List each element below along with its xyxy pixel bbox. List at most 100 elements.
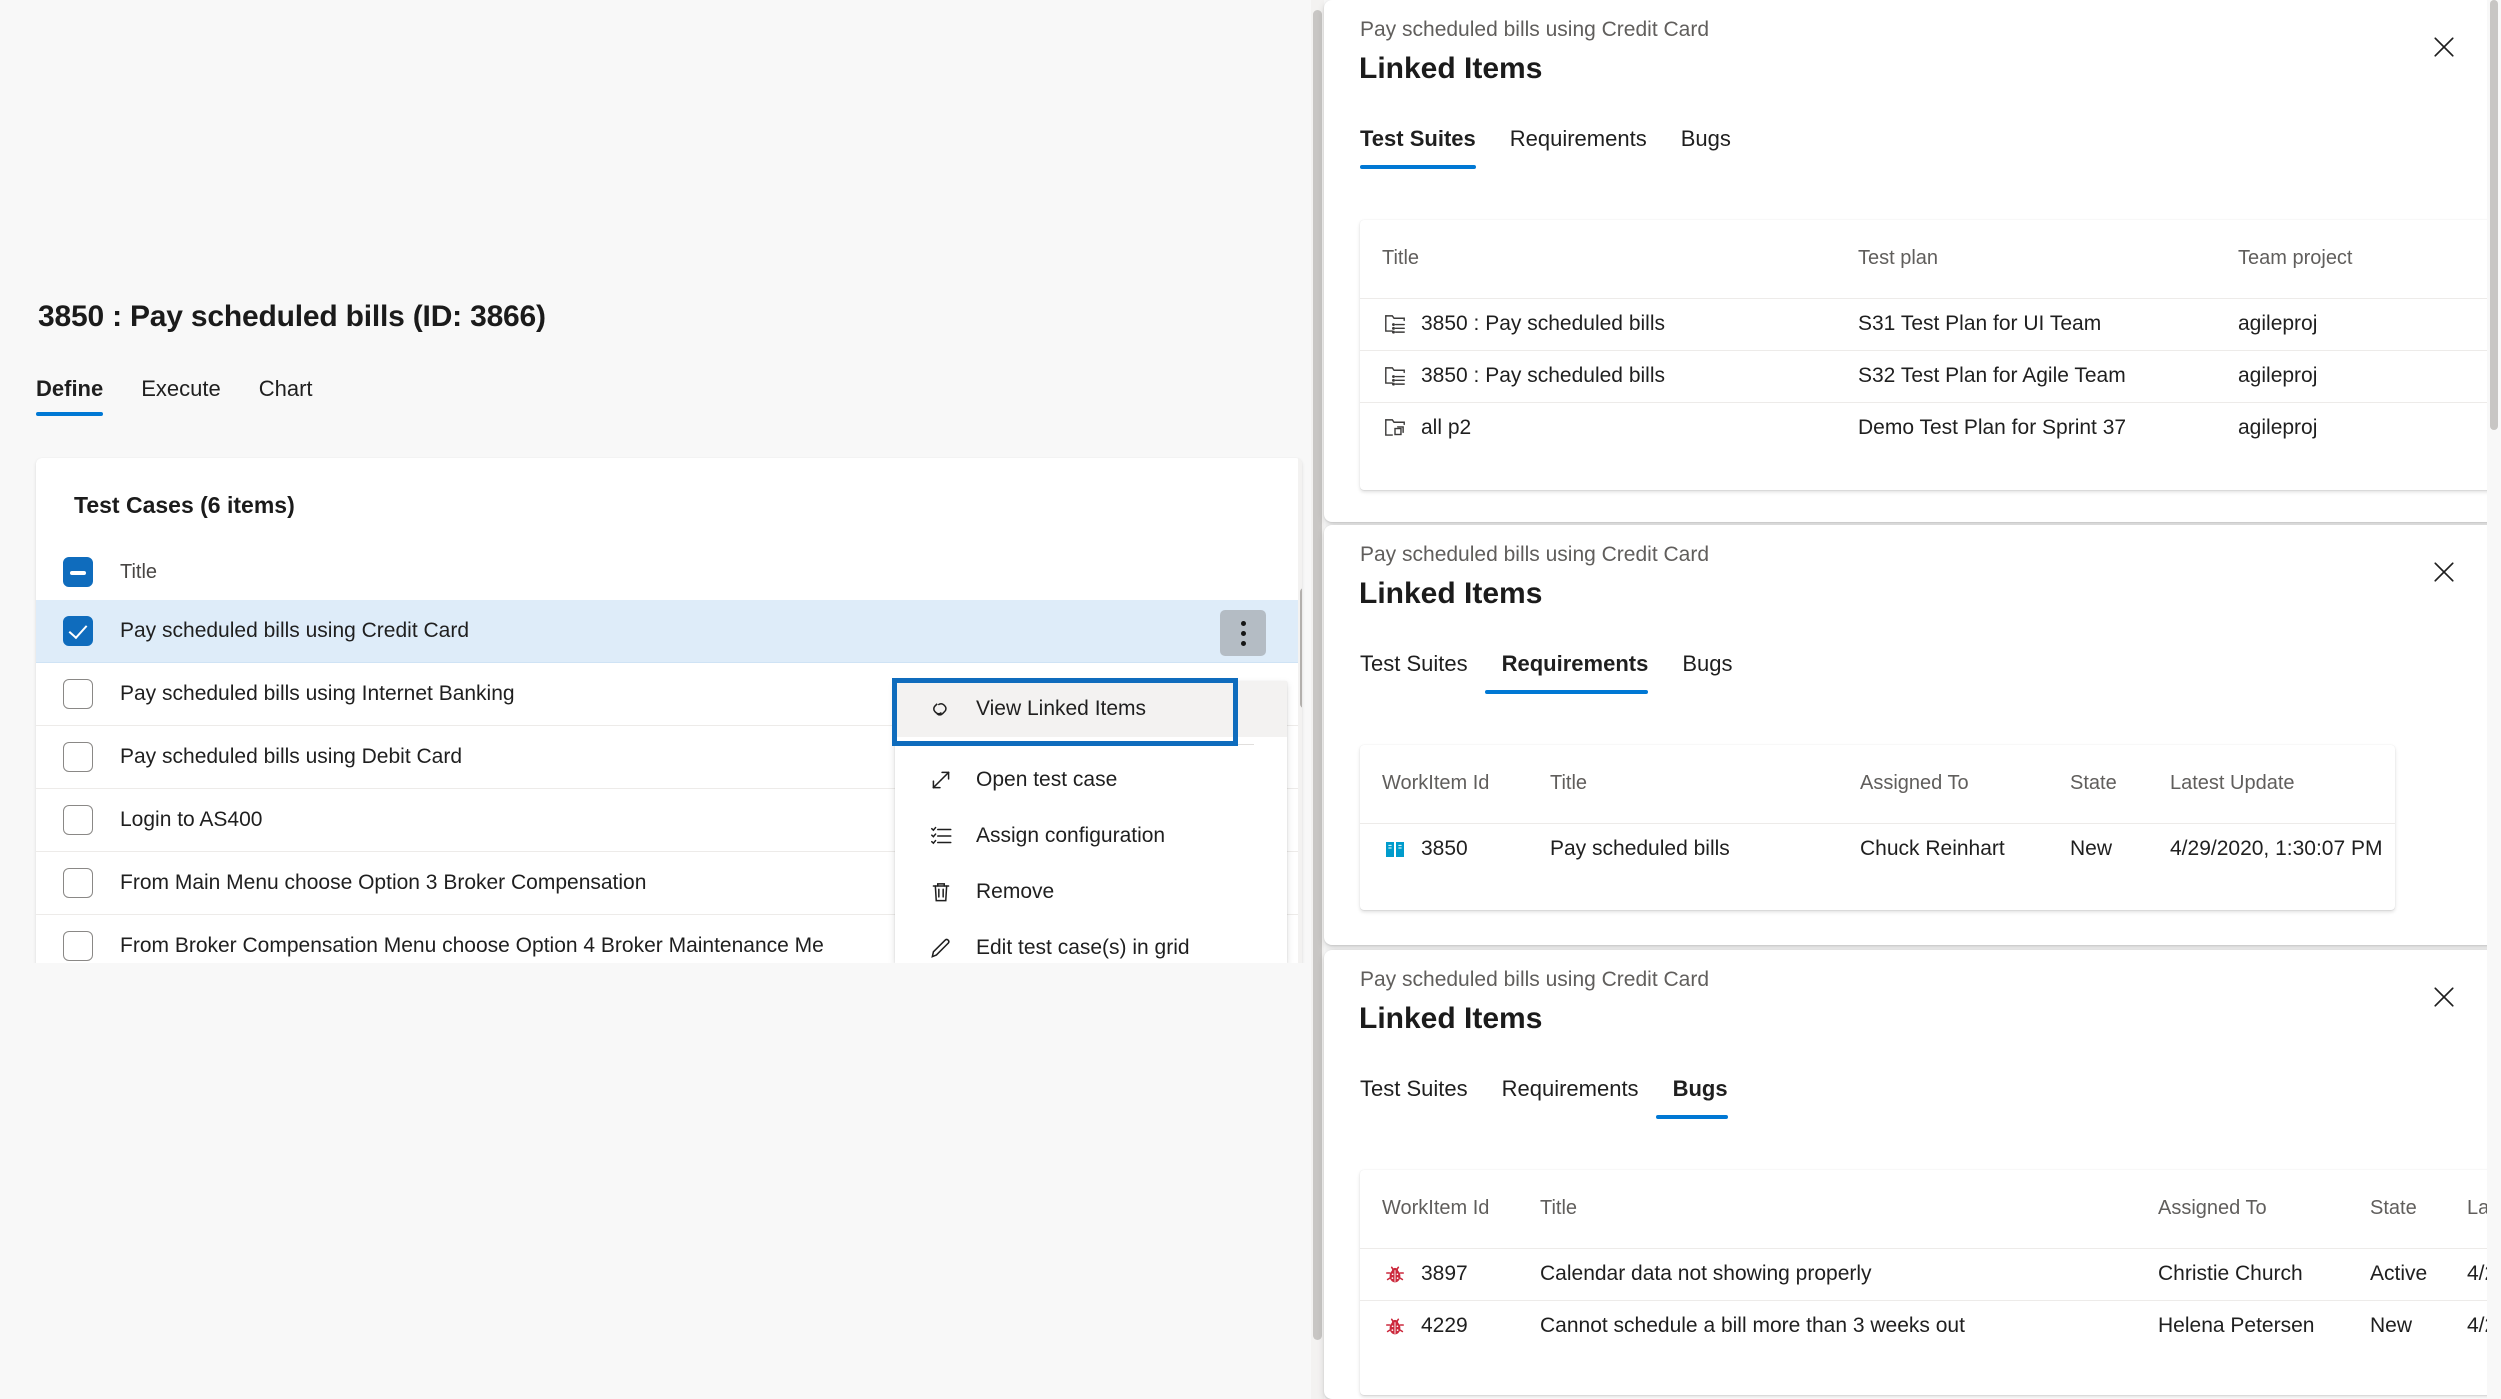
column-header-team-project[interactable]: Team project	[2238, 220, 2501, 299]
row-checkbox-cell[interactable]	[36, 679, 120, 709]
row-checkbox[interactable]	[63, 931, 93, 961]
table-row[interactable]: all p2 Demo Test Plan for Sprint 37 agil…	[1360, 402, 2501, 454]
cell-title[interactable]: all p2	[1360, 402, 1858, 454]
menu-item-remove[interactable]: Remove	[895, 864, 1287, 920]
close-icon[interactable]	[2425, 978, 2463, 1016]
cell-team-project: agileproj	[2238, 298, 2501, 351]
cell-workitem-id[interactable]: 3850	[1360, 823, 1550, 875]
menu-item-open-test-case[interactable]: Open test case	[895, 752, 1287, 808]
test-case-title[interactable]: Pay scheduled bills using Internet Banki…	[120, 682, 515, 706]
column-header-workitem-id[interactable]: WorkItem Id	[1360, 1170, 1540, 1249]
bug-icon	[1382, 1313, 1408, 1339]
test-case-title[interactable]: Pay scheduled bills using Credit Card	[120, 619, 469, 643]
close-icon[interactable]	[2425, 28, 2463, 66]
test-suite-icon	[1382, 311, 1408, 337]
kebab-dot	[1240, 620, 1246, 626]
row-checkbox[interactable]	[63, 742, 93, 772]
select-all-checkbox[interactable]	[63, 557, 93, 587]
column-header-title[interactable]: Title	[120, 561, 157, 584]
test-suites-table-card: Title Test plan Team project 3850: Pay …	[1360, 220, 2501, 490]
link-icon	[928, 696, 954, 722]
cell-workitem-id[interactable]: 3897	[1360, 1248, 1540, 1301]
column-header-title[interactable]: Title	[1360, 220, 1858, 299]
pivot-tab-list: Define Execute Chart	[36, 376, 332, 416]
cell-title[interactable]: 3850 : Pay scheduled bills	[1360, 350, 1858, 403]
test-cases-grid-header: Title	[36, 544, 1302, 600]
column-header-latest-update[interactable]: Latest Update	[2170, 745, 2395, 824]
page-title: 3850 : Pay scheduled bills (ID: 3866)	[38, 300, 546, 333]
cell-state: Active	[2370, 1248, 2467, 1301]
cell-title: Pay scheduled bills	[1550, 837, 1730, 861]
right-edge-scrollbar[interactable]	[2487, 0, 2501, 1399]
tab-chart[interactable]: Chart	[240, 376, 332, 416]
row-checkbox-cell[interactable]	[36, 805, 120, 835]
table-row[interactable]: 4229 Cannot schedule a bill more than 3 …	[1360, 1300, 2501, 1352]
test-case-title[interactable]: Pay scheduled bills using Debit Card	[120, 745, 462, 769]
scrollbar-thumb[interactable]	[1300, 588, 1302, 708]
tab-test-suites[interactable]: Test Suites	[1360, 651, 1485, 694]
test-cases-header: Test Cases (6 items)	[74, 492, 295, 518]
cell-workitem-id[interactable]: 4229	[1360, 1300, 1540, 1352]
trash-icon	[928, 879, 954, 905]
panel-subtitle: Pay scheduled bills using Credit Card	[1360, 18, 1710, 41]
test-case-title[interactable]: Login to AS400	[120, 808, 262, 832]
test-suite-icon	[1382, 363, 1408, 389]
table-row[interactable]: Pay scheduled bills using Credit Card	[36, 600, 1302, 663]
tab-requirements[interactable]: Requirements	[1493, 126, 1664, 169]
column-header-assigned-to[interactable]: Assigned To	[2158, 1170, 2370, 1249]
page-scrollbar[interactable]	[1311, 0, 1324, 1399]
table-row[interactable]: 3850 : Pay scheduled bills S32 Test Plan…	[1360, 350, 2501, 403]
menu-item-edit-test-cases-in-grid[interactable]: Edit test case(s) in grid	[895, 920, 1287, 963]
test-cases-scrollbar[interactable]	[1298, 458, 1302, 963]
tab-execute[interactable]: Execute	[122, 376, 240, 416]
row-checkbox-cell[interactable]	[36, 742, 120, 772]
panel-title: Linked Items	[1359, 52, 1543, 85]
row-checkbox-cell[interactable]	[36, 616, 120, 646]
bug-icon	[1382, 1261, 1408, 1287]
column-header-title[interactable]: Title	[1540, 1170, 2158, 1249]
close-icon[interactable]	[2425, 553, 2463, 591]
table-header-row: WorkItem Id Title Assigned To State Late	[1360, 1170, 2501, 1249]
tab-bugs[interactable]: Bugs	[1655, 1076, 1745, 1119]
select-all-cell[interactable]	[36, 557, 120, 587]
scrollbar-thumb[interactable]	[1313, 10, 1322, 1340]
row-checkbox-cell[interactable]	[36, 931, 120, 961]
column-header-state[interactable]: State	[2070, 745, 2170, 824]
test-case-title[interactable]: From Main Menu choose Option 3 Broker Co…	[120, 871, 646, 895]
table-row[interactable]: 3850 Pay scheduled bills Chuck Reinhart …	[1360, 823, 2395, 875]
column-header-assigned-to[interactable]: Assigned To	[1860, 745, 2070, 824]
cell-title[interactable]: 3850 : Pay scheduled bills	[1360, 298, 1858, 351]
cell-state: New	[2370, 1314, 2413, 1338]
table-row[interactable]: 3897 Calendar data not showing properly …	[1360, 1248, 2501, 1301]
tab-requirements[interactable]: Requirements	[1484, 651, 1666, 694]
row-checkbox[interactable]	[63, 868, 93, 898]
test-suites-table: Title Test plan Team project 3850: Pay …	[1360, 220, 2501, 454]
row-checkbox[interactable]	[63, 616, 93, 646]
cell-assigned-to: Chuck Reinhart	[1860, 837, 2005, 861]
panel-title: Linked Items	[1359, 1002, 1543, 1035]
cell-text: all p2	[1421, 416, 1472, 440]
linked-items-panel-requirements: Pay scheduled bills using Credit Card Li…	[1324, 525, 2501, 945]
cell-text: 3897	[1421, 1262, 1468, 1285]
column-header-title[interactable]: Title	[1550, 745, 1860, 824]
menu-item-view-linked-items[interactable]: View Linked Items	[895, 681, 1287, 737]
tab-requirements[interactable]: Requirements	[1485, 1076, 1656, 1119]
row-checkbox-cell[interactable]	[36, 868, 120, 898]
row-more-actions-button[interactable]	[1220, 610, 1266, 656]
tab-test-suites[interactable]: Test Suites	[1360, 126, 1493, 169]
scrollbar-thumb[interactable]	[2490, 0, 2498, 430]
table-row[interactable]: 3850 : Pay scheduled bills S31 Test Plan…	[1360, 298, 2501, 351]
tab-test-suites[interactable]: Test Suites	[1360, 1076, 1485, 1119]
linked-items-panel-bugs: Pay scheduled bills using Credit Card Li…	[1324, 950, 2501, 1399]
menu-item-assign-configuration[interactable]: Assign configuration	[895, 808, 1287, 864]
test-case-title[interactable]: From Broker Compensation Menu choose Opt…	[120, 934, 824, 958]
panel-tab-list: Test Suites Requirements Bugs	[1360, 126, 1748, 169]
column-header-test-plan[interactable]: Test plan	[1858, 220, 2238, 299]
row-checkbox[interactable]	[63, 805, 93, 835]
column-header-workitem-id[interactable]: WorkItem Id	[1360, 745, 1550, 824]
row-checkbox[interactable]	[63, 679, 93, 709]
tab-bugs[interactable]: Bugs	[1664, 126, 1748, 169]
column-header-state[interactable]: State	[2370, 1170, 2467, 1249]
tab-define[interactable]: Define	[36, 376, 122, 416]
tab-bugs[interactable]: Bugs	[1665, 651, 1749, 694]
